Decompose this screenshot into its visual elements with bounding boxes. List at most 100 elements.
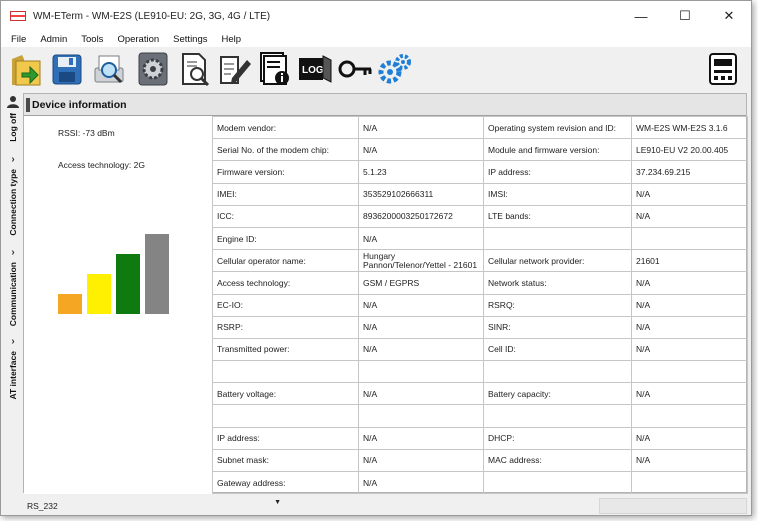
field-label: Serial No. of the modem chip: [212,138,359,162]
field-value: 37.234.69.215 [631,160,748,184]
table-row [212,404,748,428]
signal-bar [58,294,82,314]
field-value: Hungary Pannon/Telenor/Yettel - 21601 [358,249,484,273]
tab-log-off-label: Log off [8,113,18,142]
menu-settings[interactable]: Settings [166,34,214,45]
field-label [212,404,359,428]
signal-bar [87,274,111,314]
field-value: N/A [631,426,748,450]
menu-help[interactable]: Help [215,34,249,45]
field-value: N/A [631,204,748,228]
meter-device-icon[interactable] [703,50,743,88]
edit-document-icon[interactable] [215,50,255,88]
port-select-value: RS_232 [27,500,58,511]
field-value: N/A [358,226,484,251]
table-row: Cellular operator name: Hungary Pannon/Te… [212,249,748,273]
menu-tools[interactable]: Tools [74,34,110,45]
search-device-icon[interactable] [87,50,131,88]
table-row: IP address: N/A DHCP: N/A [212,426,748,450]
field-label: Cellular network provider: [483,249,632,273]
field-label: DHCP: [483,426,632,450]
field-label: RSRQ: [483,293,632,317]
tab-at-interface[interactable]: › AT interface [4,337,22,400]
field-value: N/A [631,337,748,362]
field-value: N/A [358,470,484,495]
table-row: Engine ID: N/A [212,226,748,251]
field-label: SINR: [483,315,632,339]
field-label: Cellular operator name: [212,249,359,273]
status-bar: RS_232 ▼ [1,495,751,515]
chevron-right-icon: › [11,154,15,165]
log-icon[interactable]: LOG [295,50,335,88]
panel-header: Device information [24,94,746,116]
field-value [631,404,748,428]
rssi-label: RSSI: -73 dBm [58,128,115,138]
chevron-right-icon: › [11,247,15,258]
document-search-icon[interactable] [175,50,215,88]
field-label: LTE bands: [483,204,632,228]
table-row: Firmware version: 5.1.23 IP address: 37.234… [212,160,748,184]
panel-title: Device information [32,99,127,111]
tab-at-interface-label: AT interface [8,351,18,400]
field-value: N/A [631,315,748,339]
settings-cog-icon[interactable] [131,50,175,88]
field-label [483,404,632,428]
device-info-icon[interactable] [255,50,295,88]
table-row: ICC: 8936200003250172672 LTE bands: N/A [212,204,748,228]
signal-bar [145,234,169,314]
field-label: Operating system revision and ID: [483,115,632,140]
field-label [483,226,632,251]
field-value: WM-E2S WM-E2S 3.1.6 [631,115,748,140]
field-label: Modem vendor: [212,115,359,140]
user-icon [7,96,19,108]
port-select[interactable]: RS_232 ▼ [23,498,285,513]
table-row: Modem vendor: N/A Operating system revisio… [212,115,748,140]
table-row: Battery voltage: N/A Battery capacity: N/A [212,382,748,406]
chevron-right-icon: › [11,336,15,347]
field-value: N/A [631,382,748,406]
field-label: Access technology: [212,271,359,295]
maximize-button[interactable]: ☐ [663,1,707,31]
menu-operation[interactable]: Operation [110,34,166,45]
panel-marker-icon [26,98,30,112]
app-icon [10,11,26,21]
menu-admin[interactable]: Admin [33,34,74,45]
field-value: 8936200003250172672 [358,204,484,228]
field-label [483,470,632,495]
field-value: 353529102666311 [358,182,484,206]
tab-log-off[interactable]: Log off [4,113,22,142]
menu-bar: File Admin Tools Operation Settings Help [1,31,751,47]
window-title: WM-ETerm - WM-E2S (LE910-EU: 2G, 3G, 4G … [33,10,271,22]
key-icon[interactable] [335,50,375,88]
field-value: N/A [358,115,484,140]
field-label: IP address: [212,426,359,450]
tab-communication-label: Communication [8,262,18,327]
tab-connection-type[interactable]: › Connection type [4,155,22,236]
minimize-button[interactable]: — [619,1,663,31]
tab-communication[interactable]: › Communication [4,247,22,327]
window-controls: — ☐ ✕ [619,1,751,31]
field-label: Transmitted power: [212,337,359,362]
save-disk-icon[interactable] [47,50,87,88]
field-value [631,226,748,251]
field-value: 5.1.23 [358,160,484,184]
field-value: N/A [358,315,484,339]
field-label: IMSI: [483,182,632,206]
field-label [483,360,632,384]
menu-file[interactable]: File [1,34,33,45]
tab-connection-type-label: Connection type [8,169,18,236]
table-row: RSRP: N/A SINR: N/A [212,315,748,339]
field-label: MAC address: [483,448,632,473]
field-label: EC-IO: [212,293,359,317]
field-label [212,360,359,384]
field-value: N/A [631,182,748,206]
open-folder-icon[interactable] [7,50,47,88]
table-row [212,360,748,384]
field-value: N/A [358,426,484,450]
field-value: GSM / EGPRS [358,271,484,295]
close-button[interactable]: ✕ [707,1,751,31]
gears-icon[interactable] [375,50,415,88]
chevron-down-icon: ▼ [274,499,281,506]
field-value [631,470,748,495]
field-value: N/A [358,138,484,162]
